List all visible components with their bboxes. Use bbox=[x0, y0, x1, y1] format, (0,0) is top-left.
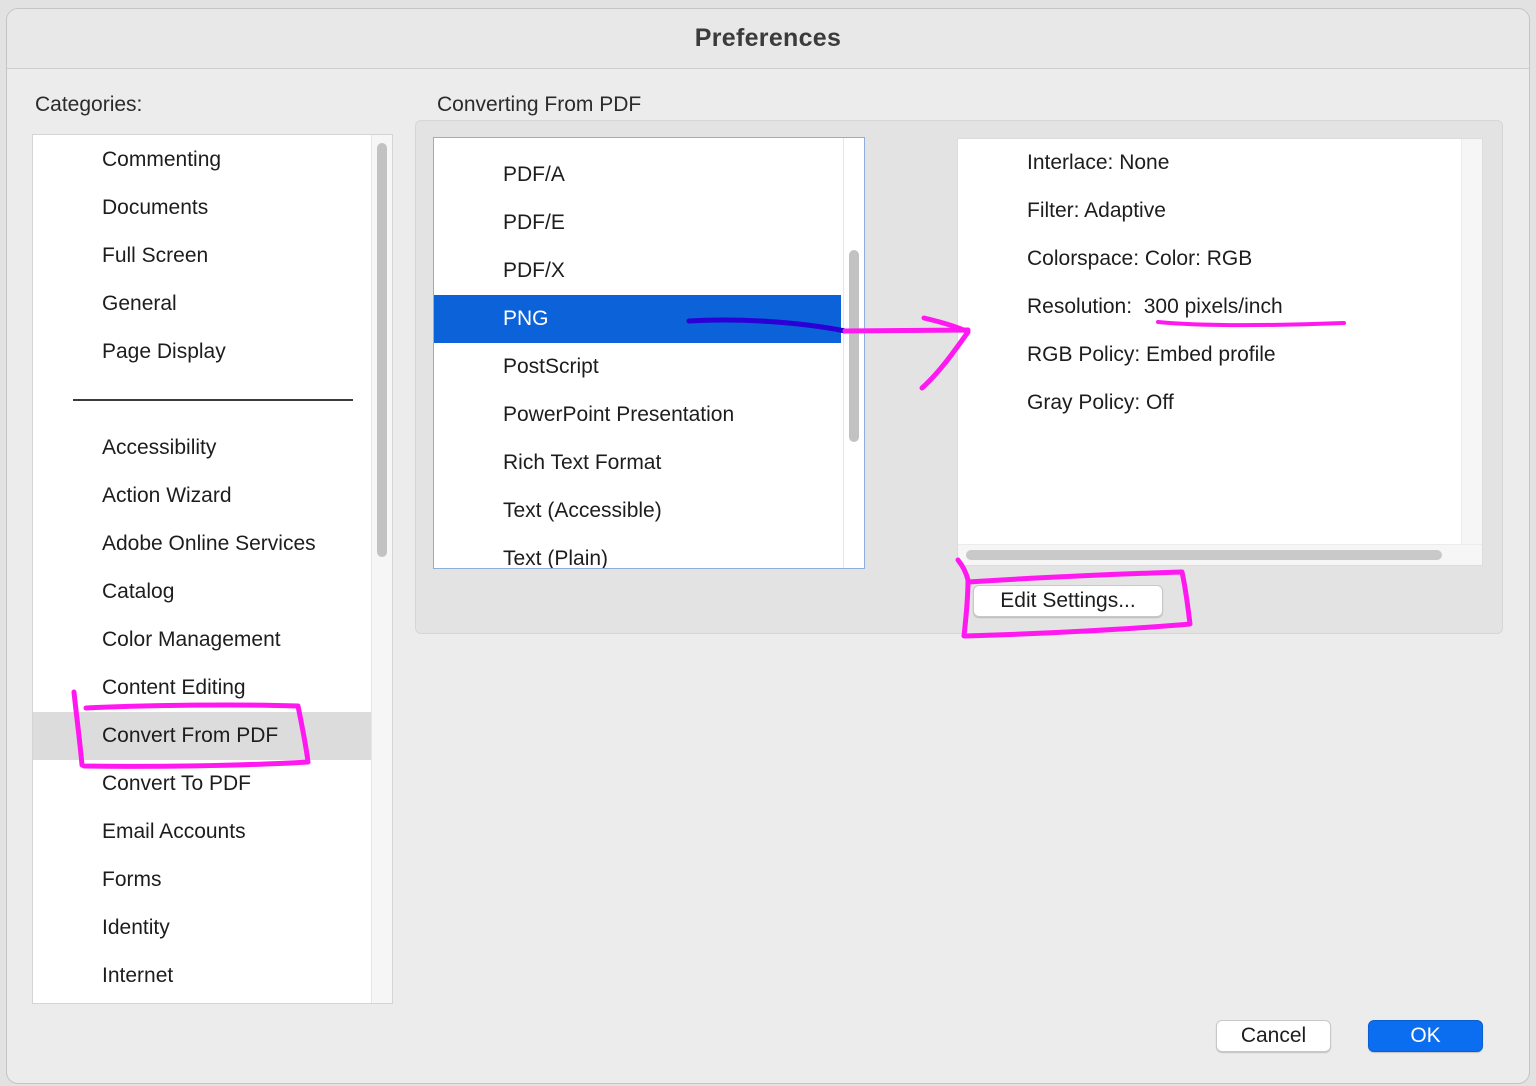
sidebar-item-label: Page Display bbox=[102, 340, 226, 363]
format-item-label: Rich Text Format bbox=[503, 451, 662, 474]
cancel-button[interactable]: Cancel bbox=[1216, 1020, 1331, 1052]
sidebar-item-label: Full Screen bbox=[102, 244, 209, 267]
window-title: Preferences bbox=[694, 24, 842, 52]
setting-line: Colorspace: Color: RGB bbox=[1027, 247, 1253, 270]
format-item-label: Text (Accessible) bbox=[503, 499, 662, 522]
settings-panel-horizontal-scrollbar-thumb[interactable] bbox=[966, 550, 1442, 560]
categories-scrollbar[interactable] bbox=[371, 135, 392, 1003]
format-list-scrollbar-thumb[interactable] bbox=[849, 250, 859, 442]
format-item-text-plain[interactable]: Text (Plain) bbox=[434, 535, 841, 569]
title-bar[interactable]: Preferences bbox=[7, 9, 1529, 69]
sidebar-item-label: Color Management bbox=[102, 628, 281, 651]
sidebar-item-documents[interactable]: Documents bbox=[33, 184, 372, 232]
sidebar-item-label: Convert To PDF bbox=[102, 772, 251, 795]
setting-line: RGB Policy: Embed profile bbox=[1027, 343, 1276, 366]
setting-line: Gray Policy: Off bbox=[1027, 391, 1174, 414]
format-item-label: PNG bbox=[503, 307, 549, 330]
sidebar-item-label: General bbox=[102, 292, 177, 315]
sidebar-item-forms[interactable]: Forms bbox=[33, 856, 372, 904]
categories-label: Categories: bbox=[35, 93, 143, 116]
settings-panel-horizontal-scrollbar[interactable] bbox=[958, 544, 1482, 565]
format-item-label: PDF/E bbox=[503, 211, 565, 234]
format-item-rich-text-format[interactable]: Rich Text Format bbox=[434, 439, 841, 487]
categories-scrollbar-thumb[interactable] bbox=[377, 143, 387, 557]
sidebar-item-catalog[interactable]: Catalog bbox=[33, 568, 372, 616]
sidebar-item-general[interactable]: General bbox=[33, 280, 372, 328]
format-item-pdf-x[interactable]: PDF/X bbox=[434, 247, 841, 295]
sidebar-item-identity[interactable]: Identity bbox=[33, 904, 372, 952]
sidebar-item-convert-to-pdf[interactable]: Convert To PDF bbox=[33, 760, 372, 808]
sidebar-item-action-wizard[interactable]: Action Wizard bbox=[33, 472, 372, 520]
sidebar-item-commenting[interactable]: Commenting bbox=[33, 136, 372, 184]
setting-line: Interlace: None bbox=[1027, 151, 1170, 174]
sidebar-item-label: Catalog bbox=[102, 580, 175, 603]
section-title: Converting From PDF bbox=[437, 93, 642, 116]
format-list[interactable]: PDF/A PDF/E PDF/X PNG PostScript PowerPoint P… bbox=[433, 137, 865, 569]
format-item-label: Text (Plain) bbox=[503, 547, 609, 569]
sidebar-item-label: Forms bbox=[102, 868, 162, 891]
format-item-pdf-a[interactable]: PDF/A bbox=[434, 151, 841, 199]
sidebar-item-content-editing[interactable]: Content Editing bbox=[33, 664, 372, 712]
categories-list[interactable]: Commenting Documents Full Screen General Pag… bbox=[32, 134, 393, 1004]
format-item-png[interactable]: PNG bbox=[434, 295, 841, 343]
sidebar-item-label: Documents bbox=[102, 196, 209, 219]
preferences-window: Preferences Categories: Commenting Docume… bbox=[6, 8, 1530, 1084]
sidebar-item-label: Action Wizard bbox=[102, 484, 232, 507]
sidebar-item-label: Email Accounts bbox=[102, 820, 246, 843]
format-item-label: PDF/A bbox=[503, 163, 565, 186]
setting-line: Resolution: 300 pixels/inch bbox=[1027, 295, 1283, 318]
sidebar-item-convert-from-pdf[interactable]: Convert From PDF bbox=[33, 712, 372, 760]
format-item-powerpoint-presentation[interactable]: PowerPoint Presentation bbox=[434, 391, 841, 439]
sidebar-item-page-display[interactable]: Page Display bbox=[33, 328, 372, 376]
format-item-label: PDF/X bbox=[503, 259, 565, 282]
sidebar-item-label: Accessibility bbox=[102, 436, 217, 459]
sidebar-item-color-management[interactable]: Color Management bbox=[33, 616, 372, 664]
sidebar-item-label: Internet bbox=[102, 964, 174, 987]
format-item-pdf-e[interactable]: PDF/E bbox=[434, 199, 841, 247]
sidebar-item-label: Adobe Online Services bbox=[102, 532, 316, 555]
sidebar-item-label: Commenting bbox=[102, 148, 222, 171]
sidebar-item-label: Convert From PDF bbox=[102, 724, 279, 747]
settings-panel-vertical-scrollbar[interactable] bbox=[1461, 139, 1482, 547]
sidebar-item-email-accounts[interactable]: Email Accounts bbox=[33, 808, 372, 856]
format-item-label: PostScript bbox=[503, 355, 599, 378]
sidebar-item-label: Content Editing bbox=[102, 676, 246, 699]
format-list-scrollbar[interactable] bbox=[843, 138, 864, 568]
sidebar-item-accessibility[interactable]: Accessibility bbox=[33, 424, 372, 472]
categories-separator bbox=[73, 399, 353, 401]
ok-button[interactable]: OK bbox=[1368, 1020, 1483, 1052]
sidebar-item-adobe-online-services[interactable]: Adobe Online Services bbox=[33, 520, 372, 568]
settings-panel: Interlace: None Filter: Adaptive Colorspac… bbox=[957, 138, 1483, 566]
sidebar-item-internet[interactable]: Internet bbox=[33, 952, 372, 1000]
format-item-postscript[interactable]: PostScript bbox=[434, 343, 841, 391]
sidebar-item-full-screen[interactable]: Full Screen bbox=[33, 232, 372, 280]
setting-line: Filter: Adaptive bbox=[1027, 199, 1166, 222]
edit-settings-button[interactable]: Edit Settings... bbox=[973, 585, 1163, 617]
format-item-label: PowerPoint Presentation bbox=[503, 403, 735, 426]
sidebar-item-label: Identity bbox=[102, 916, 170, 939]
format-item-text-accessible[interactable]: Text (Accessible) bbox=[434, 487, 841, 535]
